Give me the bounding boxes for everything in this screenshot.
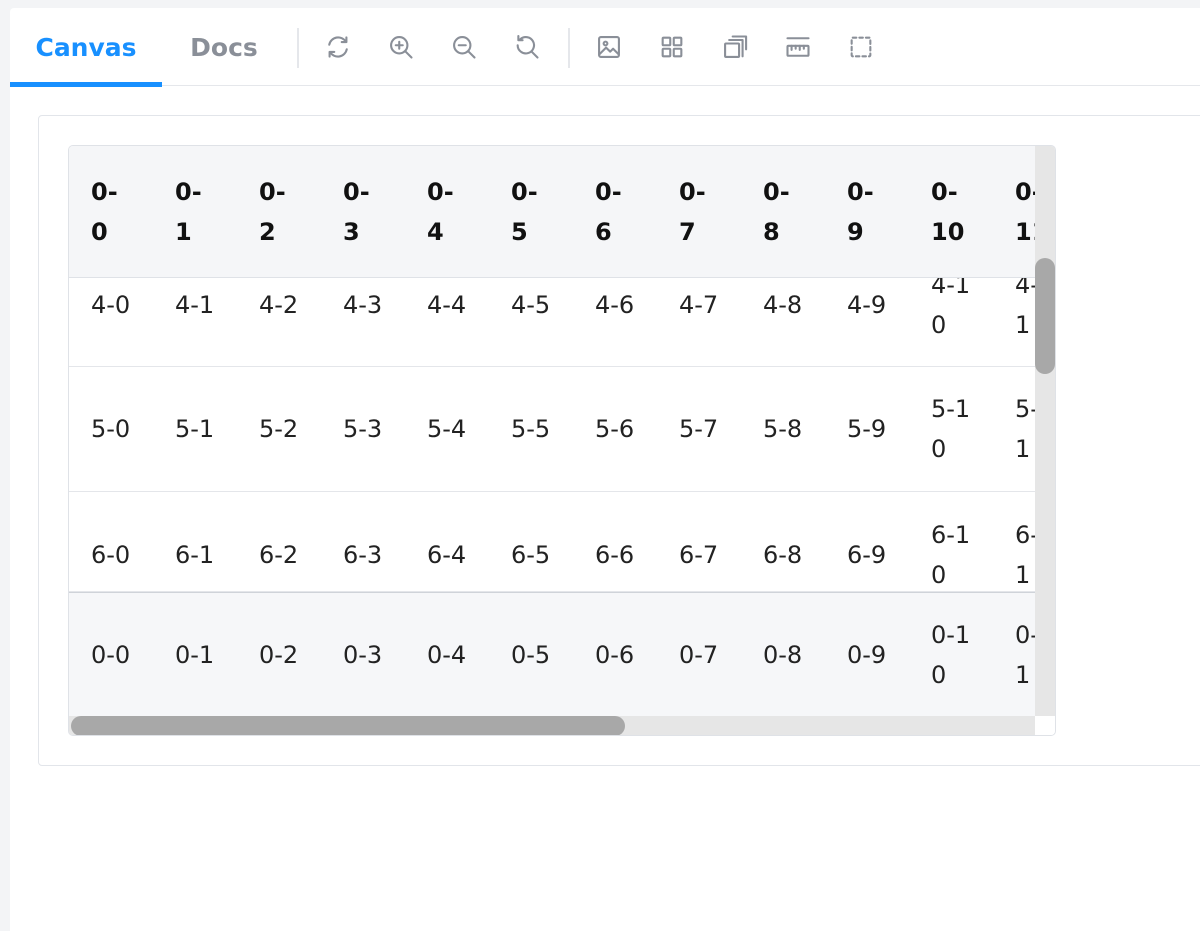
- toolbar: Canvas Docs: [10, 8, 1200, 87]
- table-cell: 5-7: [679, 415, 719, 443]
- table-cell: 5-0: [91, 415, 131, 443]
- header-cell: 0-7: [679, 177, 706, 246]
- table-row: 4-0 4-1 4-2 4-3 4-4 4-5 4-6 4-7 4-8 4-9 …: [69, 278, 1035, 367]
- scrollbar-corner: [1035, 716, 1055, 735]
- refresh-icon: [328, 36, 348, 58]
- table-cell: 0-5: [511, 640, 551, 669]
- ruler-icon: [786, 37, 810, 57]
- table-cell: 6-10: [931, 520, 971, 589]
- table-cell: 5-5: [511, 415, 551, 443]
- table-cell: 6-6: [595, 540, 635, 569]
- table-cell: 6-0: [91, 540, 131, 569]
- table-cell: 5-1: [175, 415, 215, 443]
- table-cell: 0-0: [91, 640, 131, 669]
- toolbar-divider: [297, 28, 299, 68]
- table-cell: 6-7: [679, 540, 719, 569]
- table-cell: 6-11: [1015, 520, 1035, 589]
- header-cell: 0-0: [91, 177, 118, 246]
- table-cell: 4-1: [175, 290, 215, 319]
- table-cell: 5-8: [763, 415, 803, 443]
- app-window: Canvas Docs 0-0 0-1 0-2 0-3 0-4 0-5 0-6 …: [10, 8, 1200, 931]
- table-cell: 5-2: [259, 415, 299, 443]
- zoom-in-icon: [390, 36, 413, 59]
- table-cell: 4-9: [847, 290, 887, 319]
- table-cell: 4-4: [427, 290, 467, 319]
- table-cell: 6-1: [175, 540, 215, 569]
- viewport-icon: [724, 35, 748, 58]
- table-cell: 6-9: [847, 540, 887, 569]
- table-cell: 4-7: [679, 290, 719, 319]
- table-cell: 6-4: [427, 540, 467, 569]
- table-cell: 5-11: [1015, 395, 1035, 463]
- tab-canvas[interactable]: Canvas: [10, 8, 162, 87]
- header-cell: 0-8: [763, 177, 790, 246]
- header-cell: 0-9: [847, 177, 874, 246]
- toolbar-divider: [568, 28, 570, 68]
- table-cell: 0-4: [427, 640, 467, 669]
- table-cell: 4-10: [931, 278, 971, 339]
- table-cell: 4-6: [595, 290, 635, 319]
- table-cell: 0-1: [175, 640, 215, 669]
- table-cell: 5-6: [595, 415, 635, 443]
- header-cell: 0-4: [427, 177, 454, 246]
- data-table: 0-0 0-1 0-2 0-3 0-4 0-5 0-6 0-7 0-8 0-9 …: [68, 145, 1056, 736]
- ruler-button[interactable]: [780, 29, 816, 65]
- table-cell: 6-5: [511, 540, 551, 569]
- header-cell: 0-2: [259, 177, 286, 246]
- image-icon: [598, 36, 620, 58]
- table-cell: 0-6: [595, 640, 635, 669]
- table-cell: 0-2: [259, 640, 299, 669]
- grid-icon: [661, 36, 683, 58]
- table-summary-row: 0-0 0-1 0-2 0-3 0-4 0-5 0-6 0-7 0-8 0-9 …: [69, 592, 1035, 716]
- table-row: 5-0 5-1 5-2 5-3 5-4 5-5 5-6 5-7 5-8 5-9 …: [69, 367, 1035, 492]
- measure-select-button[interactable]: [843, 29, 879, 65]
- table-cell: 5-10: [931, 395, 971, 463]
- table-row: 6-0 6-1 6-2 6-3 6-4 6-5 6-6 6-7 6-8 6-9 …: [69, 492, 1035, 592]
- horizontal-scrollbar-thumb[interactable]: [71, 716, 625, 735]
- header-cell: 0-3: [343, 177, 370, 246]
- table-cell: 6-8: [763, 540, 803, 569]
- zoom-out-icon: [453, 36, 476, 59]
- image-button[interactable]: [591, 29, 627, 65]
- table-cell: 0-7: [679, 640, 719, 669]
- vertical-scrollbar-thumb[interactable]: [1035, 258, 1055, 374]
- table-cell: 4-5: [511, 290, 551, 319]
- table-cell: 4-0: [91, 290, 131, 319]
- header-cell: 0-11: [1015, 177, 1035, 246]
- table-cell: 0-11: [1015, 620, 1035, 689]
- canvas-area: 0-0 0-1 0-2 0-3 0-4 0-5 0-6 0-7 0-8 0-9 …: [38, 115, 1200, 766]
- table-cell: 4-11: [1015, 278, 1035, 339]
- table-cell: 4-8: [763, 290, 803, 319]
- measure-select-icon: [850, 36, 872, 58]
- table-cell: 6-2: [259, 540, 299, 569]
- viewport-button[interactable]: [717, 29, 753, 65]
- table-cell: 5-9: [847, 415, 887, 443]
- reset-zoom-button[interactable]: [509, 29, 545, 65]
- table-cell: 0-8: [763, 640, 803, 669]
- vertical-scrollbar-track[interactable]: [1035, 146, 1055, 716]
- header-cell: 0-10: [931, 177, 965, 246]
- table-cell: 4-2: [259, 290, 299, 319]
- tab-docs[interactable]: Docs: [168, 8, 280, 86]
- table-cell: 0-10: [931, 620, 971, 689]
- grid-button[interactable]: [654, 29, 690, 65]
- table-header-row: 0-0 0-1 0-2 0-3 0-4 0-5 0-6 0-7 0-8 0-9 …: [69, 146, 1035, 278]
- header-cell: 0-6: [595, 177, 622, 246]
- table-cell: 0-9: [847, 640, 887, 669]
- table-cell: 6-3: [343, 540, 383, 569]
- reset-zoom-icon: [516, 34, 539, 59]
- zoom-in-button[interactable]: [383, 29, 419, 65]
- header-cell: 0-5: [511, 177, 538, 246]
- table-cell: 0-3: [343, 640, 383, 669]
- zoom-out-button[interactable]: [446, 29, 482, 65]
- table-cell: 5-3: [343, 415, 383, 443]
- header-cell: 0-1: [175, 177, 202, 246]
- table-cell: 5-4: [427, 415, 467, 443]
- table-cell: 4-3: [343, 290, 383, 319]
- refresh-button[interactable]: [320, 29, 356, 65]
